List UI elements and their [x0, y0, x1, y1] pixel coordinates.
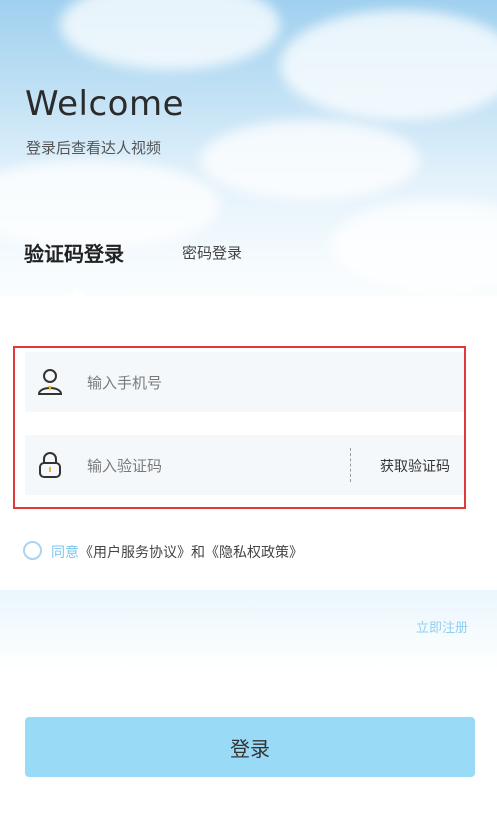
login-button-label: 登录 [230, 736, 270, 761]
welcome-subtitle: 登录后查看达人视频 [26, 139, 162, 157]
login-button[interactable]: 登录 [25, 717, 475, 777]
tab-password-login[interactable]: 密码登录 [182, 242, 242, 263]
welcome-title: Welcome [25, 84, 185, 124]
agreement-links[interactable]: 《用户服务协议》和《隐私权政策》 [79, 545, 303, 561]
agreement-text: 同意《用户服务协议》和《隐私权政策》 [51, 542, 303, 562]
agreement-prefix[interactable]: 同意 [51, 545, 79, 561]
agreement-checkbox[interactable] [23, 541, 42, 560]
sky-background [0, 0, 497, 330]
tab-code-login[interactable]: 验证码登录 [24, 238, 124, 267]
highlight-box [13, 346, 466, 509]
register-link[interactable]: 立即注册 [416, 617, 468, 636]
active-tab-indicator [68, 288, 86, 297]
